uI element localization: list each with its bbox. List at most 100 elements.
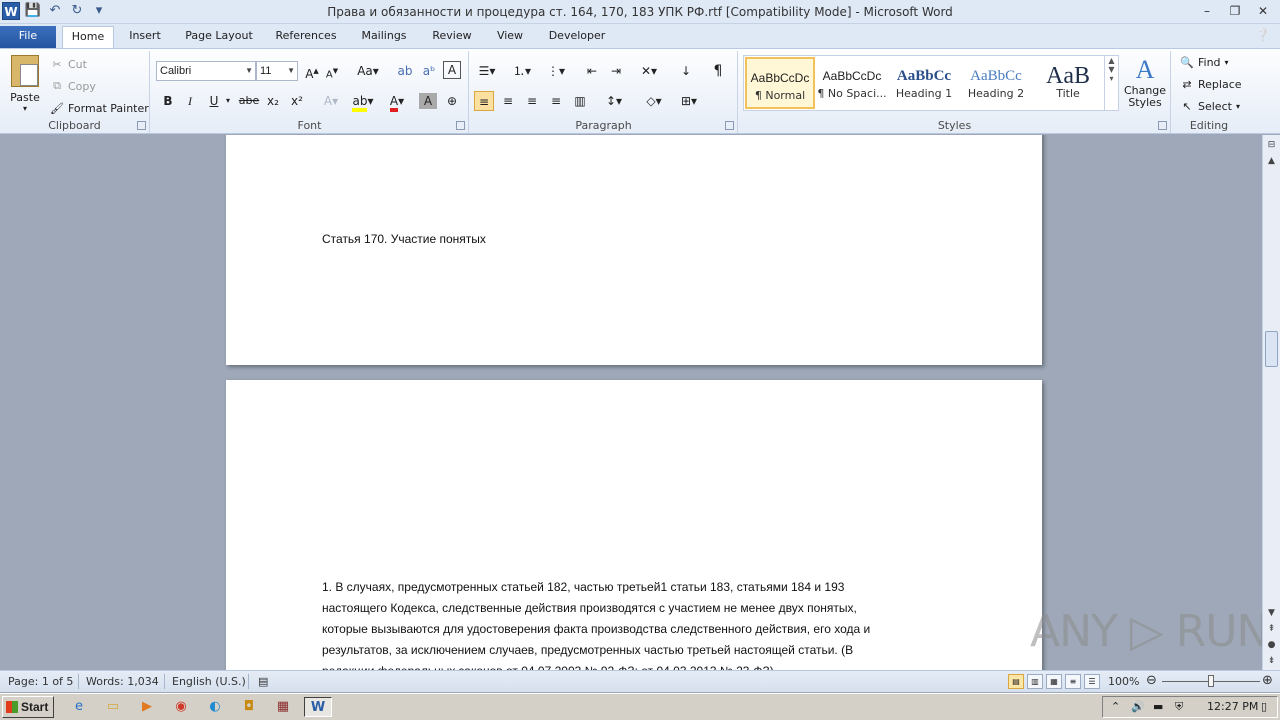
bullets-icon[interactable]: ☰▾: [474, 61, 500, 81]
macro-record-icon[interactable]: ▤: [258, 675, 268, 688]
font-name-input[interactable]: Calibri ▼: [156, 61, 256, 81]
copy-button[interactable]: ⧉ Copy: [50, 77, 96, 95]
internet-explorer-icon[interactable]: e: [68, 697, 90, 717]
edge-icon[interactable]: ◐: [204, 697, 226, 717]
next-page-icon[interactable]: ⇟: [1263, 653, 1280, 669]
zoom-out-icon[interactable]: ⊖: [1146, 673, 1157, 688]
line-spacing-icon[interactable]: ↕▾: [600, 91, 628, 111]
scroll-thumb[interactable]: [1265, 331, 1278, 367]
underline-dropdown-icon[interactable]: ▾: [223, 91, 233, 111]
scroll-down-icon[interactable]: ▼: [1263, 605, 1280, 621]
vertical-scrollbar[interactable]: ⊟ ▲ ▼ ⇞ ● ⇟: [1262, 135, 1280, 670]
zoom-level[interactable]: 100%: [1108, 675, 1139, 688]
shrink-font-icon[interactable]: A▼: [323, 61, 341, 81]
close-button[interactable]: ✕: [1250, 2, 1276, 20]
previous-page-icon[interactable]: ⇞: [1263, 621, 1280, 637]
font-color-icon[interactable]: A▾: [383, 91, 411, 112]
tab-developer[interactable]: Developer: [542, 26, 612, 48]
media-player-icon[interactable]: ▶: [136, 697, 158, 717]
winrar-icon[interactable]: ▦: [272, 697, 294, 717]
security-icon[interactable]: ⛨: [1175, 700, 1183, 714]
show-desktop-icon[interactable]: ▯: [1261, 700, 1267, 713]
superscript-button[interactable]: x²: [287, 91, 307, 111]
increase-indent-icon[interactable]: ⇥: [606, 61, 626, 81]
align-left-icon[interactable]: ≡: [474, 91, 494, 111]
tab-page-layout[interactable]: Page Layout: [180, 26, 258, 48]
font-size-input[interactable]: 11 ▼: [256, 61, 298, 81]
style-no-spacing[interactable]: AaBbCcDc ¶ No Spaci...: [817, 57, 887, 109]
change-case-icon[interactable]: Aa▾: [355, 61, 381, 81]
page-count[interactable]: Page: 1 of 5: [8, 675, 73, 688]
style-normal[interactable]: AaBbCcDc ¶ Normal: [745, 57, 815, 109]
asian-layout-icon[interactable]: ✕▾: [636, 61, 662, 81]
outline-icon[interactable]: ≡: [1065, 674, 1081, 689]
show-formatting-icon[interactable]: ¶: [708, 61, 728, 81]
full-screen-reading-icon[interactable]: ▥: [1027, 674, 1043, 689]
multilevel-list-icon[interactable]: ⋮▾: [542, 61, 570, 81]
print-layout-icon[interactable]: ▤: [1008, 674, 1024, 689]
format-painter-button[interactable]: 🖌 Format Painter: [50, 99, 149, 117]
clipboard-launcher-icon[interactable]: [137, 121, 146, 130]
tab-review[interactable]: Review: [426, 26, 478, 48]
draft-icon[interactable]: ☰: [1084, 674, 1100, 689]
volume-icon[interactable]: 🔊: [1131, 700, 1145, 713]
zoom-slider-thumb[interactable]: [1208, 675, 1214, 687]
network-icon[interactable]: ▬: [1153, 700, 1163, 713]
align-center-icon[interactable]: ≡: [498, 91, 518, 111]
tab-file[interactable]: File: [0, 26, 56, 48]
italic-button[interactable]: I: [181, 91, 199, 111]
select-button[interactable]: ↖ Select ▾: [1180, 97, 1240, 115]
word-count[interactable]: Words: 1,034: [86, 675, 159, 688]
cut-button[interactable]: ✂ Cut: [50, 55, 87, 73]
document-page-1[interactable]: Статья 170. Участие понятых: [226, 135, 1042, 365]
enclose-characters-icon[interactable]: ⊕: [443, 91, 461, 111]
start-button[interactable]: Start: [2, 696, 54, 718]
zoom-in-icon[interactable]: ⊕: [1262, 673, 1273, 688]
file-explorer-icon[interactable]: ▭: [102, 697, 124, 717]
paste-dropdown-icon[interactable]: ▾: [6, 104, 44, 113]
justify-icon[interactable]: ≡: [546, 91, 566, 111]
shading-icon[interactable]: ◇▾: [640, 91, 668, 111]
show-hidden-icons[interactable]: ⌃: [1111, 700, 1120, 713]
document-page-2[interactable]: 1. В случаях, предусмотренных статьей 18…: [226, 380, 1042, 670]
gallery-scroll[interactable]: ▲ ▼ ▾: [1104, 56, 1118, 110]
tab-references[interactable]: References: [270, 26, 342, 48]
restore-button[interactable]: ❐: [1222, 2, 1248, 20]
tab-home[interactable]: Home: [62, 26, 114, 48]
character-border-icon[interactable]: A: [443, 61, 461, 79]
decrease-indent-icon[interactable]: ⇤: [582, 61, 602, 81]
scroll-up-icon[interactable]: ▲: [1263, 153, 1280, 169]
document-area[interactable]: Статья 170. Участие понятых 1. В случаях…: [0, 135, 1262, 670]
text-effects-icon[interactable]: A▾: [319, 91, 343, 111]
distributed-icon[interactable]: ▥: [570, 91, 590, 111]
bold-button[interactable]: B: [159, 91, 177, 111]
phonetic-guide-icon[interactable]: aᵇ: [419, 61, 439, 81]
minimize-button[interactable]: –: [1194, 2, 1220, 20]
tab-view[interactable]: View: [490, 26, 530, 48]
language-indicator[interactable]: English (U.S.): [172, 675, 246, 688]
font-launcher-icon[interactable]: [456, 121, 465, 130]
paragraph-launcher-icon[interactable]: [725, 121, 734, 130]
web-layout-icon[interactable]: ▦: [1046, 674, 1062, 689]
help-icon[interactable]: ❔: [1255, 28, 1270, 42]
align-right-icon[interactable]: ≡: [522, 91, 542, 111]
underline-button[interactable]: U: [205, 91, 223, 111]
ruler-toggle-icon[interactable]: ⊟: [1263, 137, 1280, 153]
paste-button[interactable]: Paste ▾: [6, 53, 44, 113]
page-2-paragraph[interactable]: 1. В случаях, предусмотренных статьей 18…: [322, 577, 952, 670]
style-heading-1[interactable]: AaBbCc Heading 1: [889, 57, 959, 109]
highlight-icon[interactable]: ab▾: [349, 91, 377, 112]
replace-button[interactable]: ⇄ Replace: [1180, 75, 1241, 93]
chrome-icon[interactable]: ◉: [170, 697, 192, 717]
browse-object-icon[interactable]: ●: [1263, 637, 1280, 653]
tab-insert[interactable]: Insert: [122, 26, 168, 48]
numbering-icon[interactable]: ⒈▾: [508, 61, 536, 81]
styles-launcher-icon[interactable]: [1158, 121, 1167, 130]
character-shading-icon[interactable]: A: [419, 93, 437, 109]
clock[interactable]: 12:27 PM: [1207, 700, 1258, 713]
grow-font-icon[interactable]: A▲: [303, 61, 321, 81]
strikethrough-button[interactable]: abe: [237, 91, 261, 111]
norton-icon[interactable]: ◘: [238, 697, 260, 717]
style-title[interactable]: AaB Title: [1033, 57, 1103, 109]
find-button[interactable]: 🔍 Find ▾: [1180, 53, 1228, 71]
